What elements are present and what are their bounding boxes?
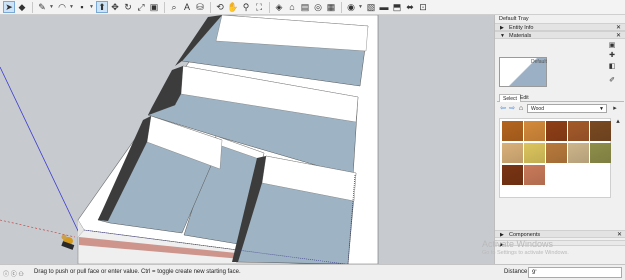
chevron-down-icon[interactable]: ▼ — [89, 4, 94, 10]
style-icon[interactable]: ▧ — [365, 1, 377, 13]
material-swatch[interactable] — [590, 143, 611, 163]
walk-icon[interactable]: ⬌ — [404, 1, 416, 13]
arc-icon[interactable]: ◠ — [56, 1, 68, 13]
chevron-down-icon[interactable]: ▼ — [69, 4, 74, 10]
toolbar-separator — [269, 1, 270, 13]
library-nav: ⇦ ⇨ ⌂ Wood ▼ ▸ — [499, 104, 623, 114]
default-tray: Default Tray ▶ Entity Info ✕ ▼ Materials… — [494, 15, 625, 264]
create-material-icon[interactable]: ✚ — [608, 52, 616, 60]
material-swatch[interactable] — [546, 143, 567, 163]
measurements-input[interactable]: 9' — [528, 267, 622, 278]
material-swatch[interactable] — [568, 121, 589, 141]
layer-icon[interactable]: ▬ — [378, 1, 390, 13]
details-icon[interactable]: ▸ — [611, 104, 619, 113]
material-swatch[interactable] — [524, 121, 545, 141]
push-pull-icon[interactable]: ⬆ — [96, 1, 108, 13]
material-swatch[interactable] — [546, 121, 567, 141]
close-icon[interactable]: ✕ — [616, 32, 621, 40]
chevron-down-icon[interactable]: ▼ — [358, 4, 363, 10]
materials-label: Materials — [509, 33, 532, 39]
blue-axis — [0, 66, 81, 236]
material-swatch[interactable] — [502, 165, 523, 185]
rectangle-icon[interactable]: ▪ — [76, 1, 88, 13]
paint-bucket-icon[interactable]: ⛁ — [194, 1, 206, 13]
default-material-icon[interactable]: ◧ — [608, 63, 616, 71]
tab-edit[interactable]: Edit — [517, 94, 532, 102]
entity-info-header[interactable]: ▶ Entity Info ✕ — [495, 23, 625, 31]
section-icon[interactable]: ◈ — [273, 1, 285, 13]
activate-windows-watermark: Activate Windows Go to Settings to activ… — [482, 240, 569, 258]
tape-measure-icon[interactable]: ⌕ — [168, 1, 180, 13]
scale-icon[interactable]: ⤢ — [135, 1, 147, 13]
back-icon[interactable]: ⇦ — [499, 104, 507, 113]
select-icon[interactable]: ➤ — [3, 1, 15, 13]
library-select[interactable]: Wood ▼ — [527, 104, 607, 113]
user-icon[interactable]: ⚇ — [18, 272, 23, 278]
eraser-icon[interactable]: ◆ — [16, 1, 28, 13]
sandbox-icon[interactable]: ▦ — [325, 1, 337, 13]
watermark-subtitle: Go to Settings to activate Windows. — [482, 250, 569, 256]
zoom-icon[interactable]: ⚲ — [240, 1, 252, 13]
red-axis — [0, 219, 76, 238]
pan-icon[interactable]: ✋ — [227, 1, 239, 13]
scroll-up-icon[interactable]: ▴ — [614, 118, 622, 126]
chevron-down-icon[interactable]: ▼ — [49, 4, 54, 10]
toolbar-separator — [32, 1, 33, 13]
main-toolbar: ➤ ◆ ✎ ▼ ◠ ▼ ▪ ▼ ⬆ ✥ ↻ ⤢ ▣ ⌕ A ⛁ ⟲ ✋ ⚲ ⛶ … — [0, 0, 625, 15]
material-swatch[interactable] — [502, 143, 523, 163]
tray-title: Default Tray — [499, 16, 529, 22]
toolbar-separator — [341, 1, 342, 13]
geo-location-icon[interactable]: ◎ — [312, 1, 324, 13]
rotate-icon[interactable]: ↻ — [122, 1, 134, 13]
close-icon[interactable]: ✕ — [617, 231, 622, 239]
components-label: Components — [509, 232, 541, 238]
material-tabs: Select Edit — [497, 94, 624, 102]
sketchup-window: ➤ ◆ ✎ ▼ ◠ ▼ ▪ ▼ ⬆ ✥ ↻ ⤢ ▣ ⌕ A ⛁ ⟲ ✋ ⚲ ⛶ … — [0, 0, 625, 280]
material-swatch-grid — [499, 118, 611, 198]
library-name: Wood — [531, 106, 544, 112]
toolbar-separator — [210, 1, 211, 13]
extension-icon[interactable]: ▤ — [299, 1, 311, 13]
watermark-title: Activate Windows — [482, 239, 554, 249]
display-secondary-icon[interactable]: ▣ — [608, 42, 616, 50]
components-header[interactable]: ▶ Components ✕ — [495, 230, 625, 238]
materials-header[interactable]: ▼ Materials ✕ — [495, 31, 625, 39]
material-name: Default — [531, 59, 547, 65]
line-icon[interactable]: ✎ — [36, 1, 48, 13]
text-icon[interactable]: A — [181, 1, 193, 13]
status-bar: ⓘ ⓒ ⚇ Drag to push or pull face or enter… — [0, 264, 625, 280]
home-icon[interactable]: ⌂ — [517, 104, 525, 113]
material-swatch[interactable] — [590, 121, 611, 141]
warehouse-icon[interactable]: ⌂ — [286, 1, 298, 13]
credits-icon[interactable]: ⓒ — [11, 272, 17, 278]
material-swatch[interactable] — [524, 165, 545, 185]
material-swatch[interactable] — [568, 143, 589, 163]
toolbar-separator — [164, 1, 165, 13]
status-message: Drag to push or pull face or enter value… — [34, 269, 241, 275]
offset-icon[interactable]: ▣ — [148, 1, 160, 13]
move-icon[interactable]: ✥ — [109, 1, 121, 13]
material-swatch[interactable] — [502, 121, 523, 141]
status-icons: ⓘ ⓒ ⚇ — [3, 269, 24, 278]
material-swatch[interactable] — [524, 143, 545, 163]
zoom-extents-icon[interactable]: ⛶ — [253, 1, 265, 13]
chevron-down-icon: ▼ — [599, 106, 604, 112]
measurements-label: Distance — [504, 269, 528, 275]
position-camera-icon[interactable]: ⊡ — [417, 1, 429, 13]
section-fill-icon[interactable]: ⬒ — [391, 1, 403, 13]
person-figure — [61, 234, 75, 250]
collapse-arrow-icon: ▶ — [500, 232, 504, 238]
geo-icon[interactable]: ⓘ — [3, 272, 9, 278]
orbit-icon[interactable]: ⟲ — [214, 1, 226, 13]
view-icon[interactable]: ◉ — [345, 1, 357, 13]
forward-icon[interactable]: ⇨ — [508, 104, 516, 113]
expand-arrow-icon: ▼ — [500, 33, 505, 39]
eyedropper-icon[interactable]: ✐ — [608, 77, 616, 85]
model-viewport[interactable] — [0, 15, 494, 264]
model-canvas — [0, 15, 379, 264]
